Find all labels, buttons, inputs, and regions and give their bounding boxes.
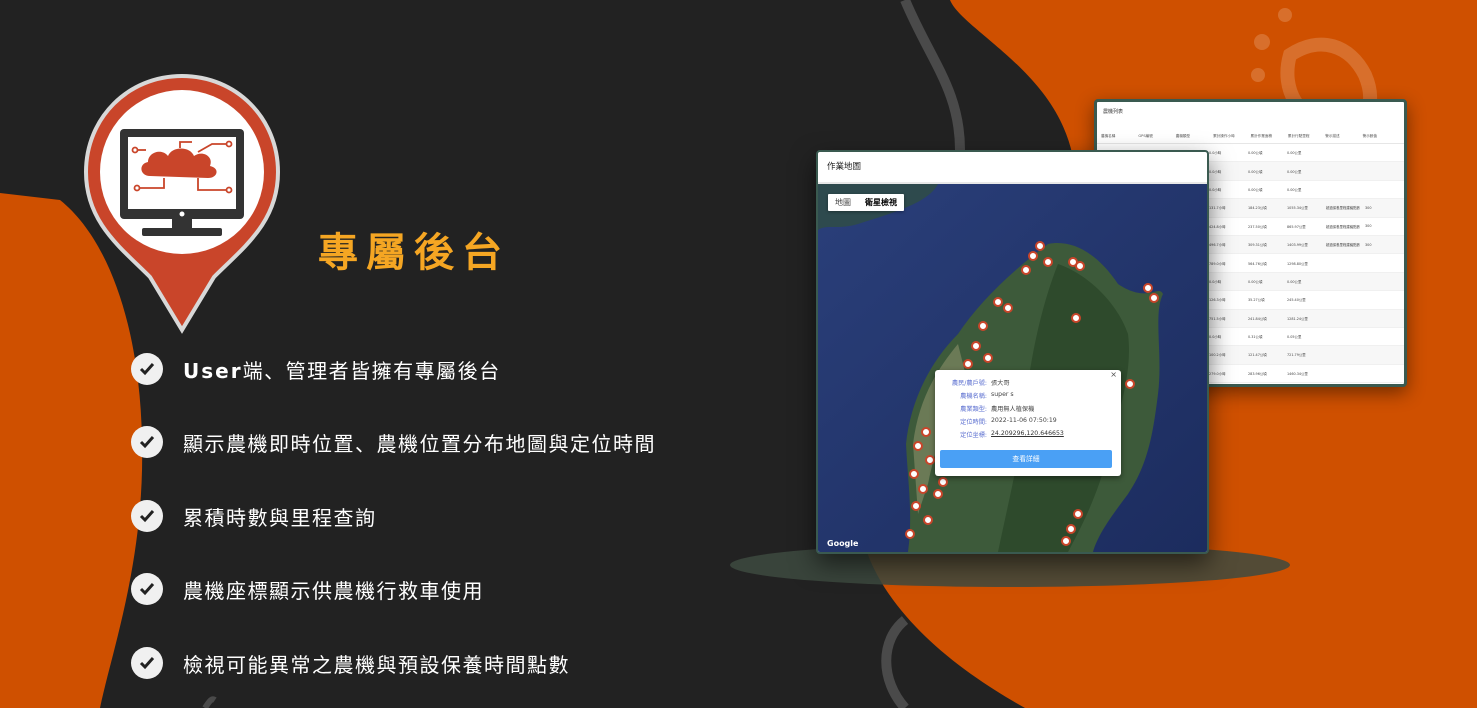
table-cell: 721.79公里 (1287, 353, 1306, 358)
table-cell: 245.40公里 (1287, 298, 1306, 303)
map-type-tabs: 地圖 衛星檢視 (828, 194, 904, 211)
feature-item: 累積時數與里程查詢 (131, 499, 377, 533)
feature-item: 顯示農機即時位置、農機位置分布地圖與定位時間 (131, 425, 656, 459)
table-cell: 0.31公頃 (1248, 335, 1263, 340)
table-cell: 564.76公頃 (1248, 261, 1267, 266)
feature-label: 農機座標顯示供農機行救車使用 (183, 578, 484, 603)
table-header: 警示描述 (1325, 134, 1340, 138)
table-cell: 237.50公頃 (1248, 224, 1267, 229)
table-cell: 0.0小時 (1209, 335, 1222, 340)
map-card-title: 作業地圖 (818, 152, 1207, 184)
check-icon (131, 647, 163, 679)
check-icon (131, 353, 163, 385)
table-cell: 0.00公里 (1287, 187, 1302, 192)
table-header: 警示數值 (1362, 134, 1377, 138)
check-icon (131, 500, 163, 532)
table-cell: 496.7小時 (1209, 243, 1226, 248)
coordinates-link[interactable]: 24.209296,120.646653 (991, 430, 1064, 442)
info-row-time: 定位時間: 2022-11-06 07:50:19 (960, 417, 1057, 426)
table-header: GPS編號 (1138, 134, 1153, 138)
monitor-pin-icon (83, 73, 281, 334)
table-cell: 0.0小時 (1209, 279, 1222, 284)
satellite-map[interactable]: 地圖 衛星檢視 Google × 農民/農戶號: 張大哥 農機名稱: super… (818, 184, 1207, 552)
table-cell: 0.00公頃 (1248, 279, 1263, 284)
table-header: 累計操作小時 (1213, 134, 1235, 138)
feature-item: User端、管理者皆擁有專屬後台 (131, 352, 501, 386)
info-row-machine: 農機名稱: super s (960, 391, 1014, 400)
google-logo: Google (827, 539, 859, 548)
table-cell: 0.0小時 (1209, 169, 1222, 174)
table-cell: 0.05公里 (1287, 335, 1302, 340)
table-cell: 241.84公頃 (1248, 316, 1267, 321)
table-cell: 865.97公里 (1287, 224, 1306, 229)
feature-label: 檢視可能異常之農機與預設保養時間點數 (183, 652, 570, 677)
table-cell: 0.00公里 (1287, 169, 1302, 174)
table-cell: 1055.34公里 (1287, 206, 1308, 211)
view-details-button[interactable]: 查看詳細 (940, 450, 1112, 468)
table-cell: 0.00公里 (1287, 279, 1302, 284)
table-cell: 126.3小時 (1209, 298, 1226, 303)
table-cell: 1403.99公里 (1287, 243, 1308, 248)
table-cell: 751.5小時 (1209, 316, 1226, 321)
table-cell: 0.0小時 (1209, 187, 1222, 192)
table-header: 農機名稱 (1101, 134, 1116, 138)
table-cell: 309.31公頃 (1248, 243, 1267, 248)
table-cell: 279.0小時 (1209, 371, 1226, 376)
table-cell: 283.96公頃 (1248, 371, 1267, 376)
tab-map[interactable]: 地圖 (828, 194, 858, 211)
table-cell: 1460.34公里 (1287, 371, 1308, 376)
table-header: 累計行駛里程 (1287, 134, 1310, 138)
table-cell: 0.0小時 (1209, 151, 1222, 156)
table-cell: 超過保養里程建議點數 (1326, 224, 1360, 229)
table-cell: 0.00公頃 (1248, 187, 1263, 192)
table-cell: 0.00公頃 (1248, 169, 1263, 174)
table-cell: 0.00公頃 (1248, 151, 1263, 156)
info-row-coordinates: 定位坐標: 24.209296,120.646653 (935, 430, 1121, 442)
table-cell: 超過保養里程建議點數 (1326, 243, 1360, 248)
table-cell: 121.47公頃 (1248, 353, 1267, 358)
feature-label: 累積時數與里程查詢 (183, 505, 377, 530)
table-cell: 1298.80公里 (1287, 261, 1308, 266)
table-header: 農機類型 (1175, 134, 1191, 138)
table-header-row: 農機名稱 GPS編號 農機類型 累計操作小時 累計作業面積 累計行駛里程 警示描… (1097, 120, 1404, 144)
table-cell: 300 (1365, 205, 1372, 210)
info-row-type: 農業類型: 農用無人植保機 (960, 406, 1035, 413)
tab-satellite[interactable]: 衛星檢視 (858, 194, 904, 211)
table-cell: 424.8小時 (1209, 224, 1226, 229)
feature-label: User端、管理者皆擁有專屬後台 (183, 358, 501, 383)
table-cell: 35.27公頃 (1248, 298, 1265, 303)
hero-title: 專屬後台 (318, 230, 510, 276)
table-cell: 300 (1365, 224, 1372, 229)
map-info-popup: × 農民/農戶號: 張大哥 農機名稱: super s 農業類型: 農用無人植保… (935, 370, 1121, 476)
feature-item: 檢視可能異常之農機與預設保養時間點數 (131, 646, 570, 680)
work-map-card: 作業地圖 地圖 衛星檢視 Google × 農民/農戶號: 張大哥 農機名稱: … (816, 150, 1209, 554)
table-cell: 100.2小時 (1209, 353, 1226, 358)
table-cell: 0.00公里 (1287, 151, 1302, 156)
info-row-farmer: 農民/農戶號: 張大哥 (951, 380, 1010, 387)
table-header: 累計作業面積 (1250, 134, 1273, 138)
feature-label: 顯示農機即時位置、農機位置分布地圖與定位時間 (183, 431, 656, 456)
table-cell: 300 (1365, 242, 1372, 247)
feature-item: 農機座標顯示供農機行救車使用 (131, 572, 484, 606)
table-cell: 1281.24公里 (1287, 316, 1308, 321)
check-icon (131, 426, 163, 458)
table-title: 農機列表 (1103, 109, 1124, 115)
table-cell: 131.7小時 (1209, 206, 1226, 211)
banner: 專屬後台 User端、管理者皆擁有專屬後台 顯示農機即時位置、農機位置分布地圖與… (0, 0, 1477, 708)
taiwan-satellite-image (818, 184, 1207, 552)
table-cell: 789.0小時 (1209, 261, 1226, 266)
table-cell: 184.23公頃 (1248, 206, 1267, 211)
table-cell: 超過保養里程建議點數 (1326, 206, 1360, 211)
check-icon (131, 573, 163, 605)
